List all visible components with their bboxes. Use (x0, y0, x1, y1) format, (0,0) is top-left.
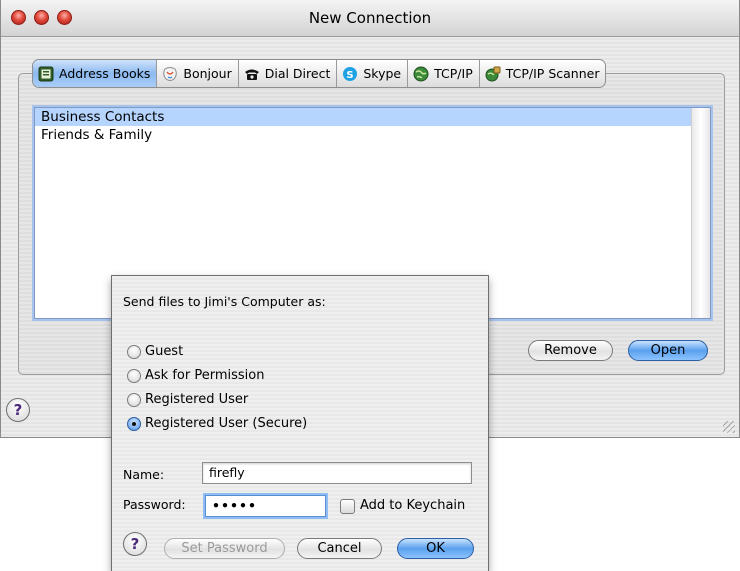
list-item[interactable]: Business Contacts (35, 108, 710, 126)
radio-label: Guest (145, 344, 184, 359)
tab-label: Bonjour (183, 66, 232, 81)
tab-label: Address Books (59, 66, 151, 81)
tab-tcp-ip-scanner[interactable]: TCP/IP Scanner (480, 60, 606, 87)
radio-button[interactable] (127, 392, 141, 407)
scrollbar[interactable] (691, 108, 710, 318)
radio-guest[interactable]: Guest (127, 344, 183, 359)
password-field[interactable]: ••••• (205, 495, 326, 517)
password-label: Password: (123, 497, 186, 512)
tab-address-books[interactable]: Address Books (33, 60, 158, 87)
svg-text:S: S (347, 70, 354, 81)
bonjour-icon (163, 66, 178, 81)
tab-bar: Address Books Bonjour Dial Direct S Skyp… (32, 59, 607, 88)
set-password-button[interactable]: Set Password (164, 538, 285, 559)
radio-label: Ask for Permission (145, 368, 265, 383)
radio-button[interactable] (127, 368, 141, 383)
tab-label: Skype (363, 66, 402, 81)
sheet-help-button[interactable]: ? (123, 532, 147, 556)
add-to-keychain-label: Add to Keychain (360, 498, 466, 513)
tab-tcp-ip[interactable]: TCP/IP (408, 60, 480, 87)
help-button[interactable]: ? (6, 398, 30, 422)
window-title: New Connection (308, 9, 432, 27)
tab-label: TCP/IP Scanner (505, 66, 600, 81)
radio-registered-user[interactable]: Registered User (127, 392, 248, 407)
tab-dial-direct[interactable]: Dial Direct (239, 60, 338, 87)
radio-ask-for-permission[interactable]: Ask for Permission (127, 368, 264, 383)
ok-button[interactable]: OK (397, 538, 474, 559)
list-item[interactable]: Friends & Family (35, 126, 710, 144)
cancel-button[interactable]: Cancel (297, 538, 382, 559)
sheet-prompt: Send files to Jimi's Computer as: (123, 294, 326, 309)
resize-grip[interactable] (723, 421, 735, 433)
telephone-icon (244, 69, 259, 80)
tab-label: Dial Direct (264, 66, 331, 81)
open-button[interactable]: Open (628, 340, 708, 361)
tab-bonjour[interactable]: Bonjour (157, 60, 239, 87)
add-to-keychain-checkbox[interactable] (340, 499, 355, 514)
radio-button[interactable] (127, 416, 141, 431)
name-label: Name: (123, 467, 165, 482)
radio-label: Registered User (Secure) (145, 416, 308, 431)
tab-label: TCP/IP (434, 66, 473, 81)
globe-icon (413, 66, 429, 81)
radio-registered-user-secure[interactable]: Registered User (Secure) (127, 416, 307, 431)
remove-button[interactable]: Remove (528, 340, 613, 361)
scanner-globe-icon (485, 66, 501, 81)
send-files-sheet: Send files to Jimi's Computer as: Guest … (111, 275, 489, 571)
skype-icon: S (343, 66, 358, 81)
radio-button[interactable] (127, 344, 141, 359)
address-book-icon (38, 66, 54, 81)
radio-label: Registered User (145, 392, 249, 407)
name-field[interactable]: firefly (202, 462, 472, 484)
title-bar[interactable]: New Connection (1, 0, 739, 37)
tab-skype[interactable]: S Skype (337, 60, 409, 87)
